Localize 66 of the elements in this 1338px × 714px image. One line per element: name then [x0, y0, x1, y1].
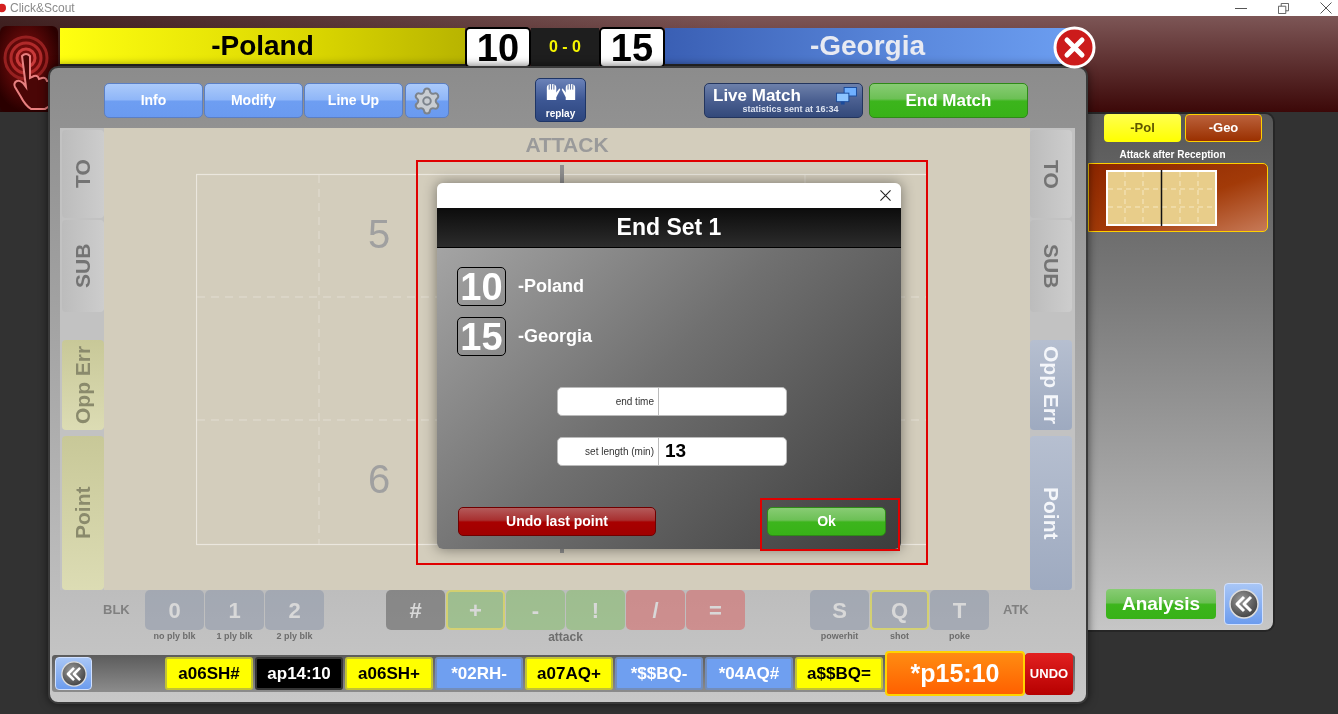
set-score: 10: [457, 267, 506, 306]
close-icon[interactable]: [880, 190, 891, 201]
toolbar-button[interactable]: Info: [104, 83, 203, 118]
undo-button[interactable]: UNDO: [1025, 652, 1073, 695]
toolbar-button[interactable]: Line Up: [304, 83, 403, 118]
field-label: end time: [614, 396, 655, 407]
code-chip[interactable]: *$$BQ-: [615, 657, 703, 690]
team-name: -Poland: [518, 275, 584, 298]
button-caption: no ply blk: [153, 632, 196, 641]
analysis-card[interactable]: [1088, 163, 1268, 232]
input-field[interactable]: 13: [658, 438, 786, 465]
double-chevron-icon: [1228, 589, 1259, 619]
ok-button[interactable]: Ok: [767, 507, 886, 536]
set-score: 15: [457, 317, 506, 356]
button-caption: poke: [949, 632, 970, 641]
group-label: BLK: [103, 603, 131, 616]
code-chip[interactable]: a$$BQ=: [795, 657, 883, 690]
side-action-button[interactable]: Opp Err: [62, 340, 104, 430]
code-chip[interactable]: *04AQ#: [705, 657, 793, 690]
code-chip[interactable]: a06SH+: [345, 657, 433, 690]
replay-button[interactable]: replay: [535, 78, 586, 122]
group-label: ATK: [1003, 603, 1029, 616]
field-label: set length (min): [584, 446, 655, 457]
app-icon: [0, 3, 6, 13]
minimize-icon[interactable]: [1235, 7, 1247, 9]
side-action-button[interactable]: Point: [62, 436, 104, 590]
away-score: 15: [599, 27, 665, 68]
analysis-button[interactable]: Analysis: [1106, 589, 1216, 619]
home-score: 10: [465, 27, 531, 68]
back-button[interactable]: [1224, 583, 1263, 625]
side-action-button[interactable]: SUB: [1030, 220, 1072, 312]
home-team-name: -Poland: [60, 28, 465, 66]
button-caption: 1 ply blk: [216, 632, 253, 641]
button-caption: 2 ply blk: [276, 632, 313, 641]
team-tab[interactable]: -Pol: [1104, 114, 1181, 142]
gear-icon: [412, 85, 442, 116]
court-heading: ATTACK: [525, 134, 609, 155]
button-caption: shot: [890, 632, 909, 641]
hand-logo-icon: [0, 26, 58, 112]
undo-last-point-button[interactable]: Undo last point: [458, 507, 656, 536]
group-caption: attack: [548, 631, 583, 643]
close-icon[interactable]: [1320, 2, 1332, 14]
double-chevron-icon: [60, 660, 87, 687]
code-chip[interactable]: a07AQ+: [525, 657, 613, 690]
monitors-icon: [836, 87, 857, 105]
side-action-button[interactable]: Opp Err: [1030, 340, 1072, 430]
side-action-button[interactable]: TO: [62, 130, 104, 218]
toolbar-button[interactable]: Modify: [204, 83, 303, 118]
button-caption: powerhit: [820, 632, 859, 641]
side-action-button[interactable]: Point: [1030, 436, 1072, 590]
code-chip[interactable]: a06SH#: [165, 657, 253, 690]
end-match-button[interactable]: End Match: [869, 83, 1028, 118]
live-match-button[interactable]: Live Match statistics sent at 16:34: [704, 83, 863, 118]
current-code[interactable]: *p15:10: [885, 651, 1025, 696]
window-title: Click&Scout: [10, 1, 75, 15]
team-tab[interactable]: -Geo: [1185, 114, 1262, 142]
back-button[interactable]: [55, 657, 92, 690]
restore-icon[interactable]: [1278, 2, 1289, 14]
dialog-title: End Set 1: [616, 216, 722, 239]
sets-score: 0 - 0: [531, 28, 599, 66]
code-chip[interactable]: *02RH-: [435, 657, 523, 690]
code-chip[interactable]: ap14:10: [255, 657, 343, 690]
side-action-button[interactable]: TO: [1030, 130, 1072, 218]
team-name: -Georgia: [518, 325, 592, 348]
side-action-button[interactable]: SUB: [62, 220, 104, 312]
section-title: Attack after Reception: [1119, 150, 1226, 160]
